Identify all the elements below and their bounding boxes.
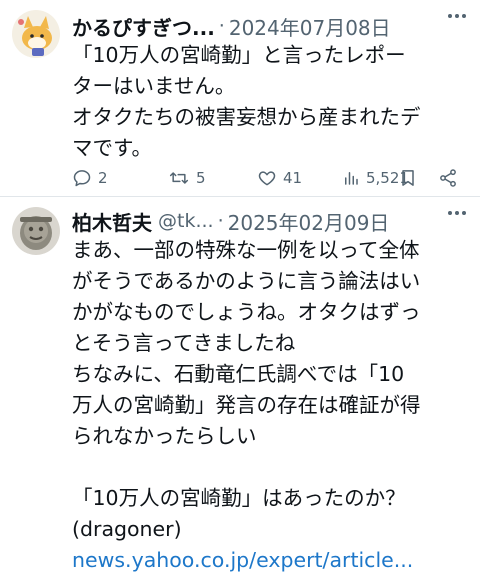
- tweet-1[interactable]: かるぴすぎつ... · 2024年07月08日 「10万人の宮崎勤」と言ったレポ…: [0, 0, 480, 196]
- tweet-text-line: マです。: [72, 136, 152, 160]
- carved-figure-avatar-image: [12, 207, 60, 255]
- like-button[interactable]: 41: [257, 168, 302, 188]
- fox-character-avatar-image: [12, 10, 60, 58]
- tweet-text: まあ、一部の特殊な一例を以って全体 がそうであるかのように言う論法はい かがなも…: [72, 235, 466, 572]
- linked-article-title: 「10万人の宮崎勤」はあったのか？: [72, 486, 406, 510]
- tweet-date[interactable]: 2024年07月08日: [229, 12, 391, 41]
- tweet-2[interactable]: 柏木哲夫 @tk... · 2025年02月09日 まあ、一部の特殊な一例を以っ…: [0, 197, 480, 572]
- tweet-header: 柏木哲夫 @tk... · 2025年02月09日: [72, 207, 466, 235]
- tweet-text-line: ちなみに、石動竜仁氏調べでは「10: [72, 362, 405, 386]
- display-name[interactable]: 柏木哲夫: [72, 207, 152, 236]
- retweet-button[interactable]: 5: [168, 168, 206, 188]
- tweet-text-line: 万人の宮崎勤」発言の存在は確証が得: [72, 393, 421, 417]
- retweet-icon: [169, 172, 189, 184]
- share-button[interactable]: [438, 168, 458, 188]
- tweet-text-line: ターはいません。: [72, 74, 236, 98]
- more-options-icon[interactable]: [448, 14, 466, 18]
- like-count: 41: [283, 169, 303, 187]
- bookmark-icon: [402, 170, 414, 186]
- display-name[interactable]: かるぴすぎつ...: [72, 12, 215, 41]
- tweet-text: 「10万人の宮崎勤」と言ったレポー ターはいません。 オタクたちの被害妄想から産…: [72, 40, 466, 164]
- avatar[interactable]: [12, 207, 60, 255]
- user-handle[interactable]: @tk...: [158, 210, 214, 232]
- tweet-text-line: 「10万人の宮崎勤」と言ったレポー: [72, 43, 406, 67]
- bookmark-button[interactable]: [398, 168, 418, 188]
- more-options-icon[interactable]: [448, 211, 466, 215]
- linked-article-source: (dragoner): [72, 517, 182, 541]
- reply-button[interactable]: 2: [72, 168, 108, 188]
- tweet-date[interactable]: 2025年02月09日: [228, 207, 390, 236]
- tweet-text-line: かがなものでしょうね。オタクはずっ: [72, 300, 421, 324]
- tweet-text-line: オタクたちの被害妄想から産まれたデ: [72, 105, 421, 129]
- reply-icon: [73, 170, 91, 187]
- reply-count: 2: [98, 169, 108, 187]
- views-icon: [345, 172, 358, 185]
- tweet-text-line: とそう言ってきましたね: [72, 331, 296, 355]
- tweet-header: かるぴすぎつ... · 2024年07月08日: [72, 12, 466, 40]
- separator-dot: ·: [218, 15, 225, 37]
- retweet-count: 5: [196, 169, 206, 187]
- tweet-text-line: がそうであるかのように言う論法はい: [72, 269, 421, 293]
- tweet-actions: 2 5 41 5,521: [72, 166, 466, 190]
- share-icon: [440, 169, 456, 187]
- tweet-text-line: られなかったらしい: [72, 424, 257, 448]
- avatar[interactable]: [12, 10, 60, 58]
- tweet-text-line: まあ、一部の特殊な一例を以って全体: [72, 238, 420, 262]
- separator-dot: ·: [217, 210, 224, 232]
- like-icon: [258, 171, 276, 186]
- article-link[interactable]: news.yahoo.co.jp/expert/article...: [72, 545, 466, 572]
